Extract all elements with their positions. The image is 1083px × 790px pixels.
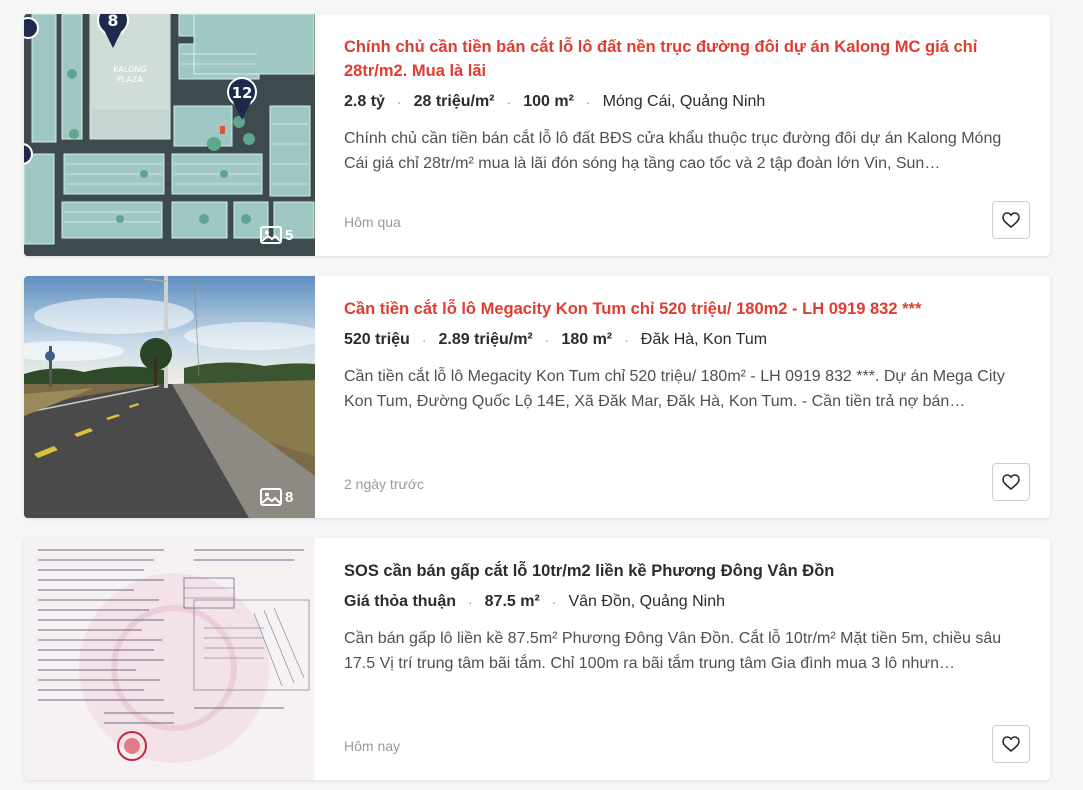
photo-count-value: 8 [285, 488, 294, 506]
listing-body: Cần tiền cắt lỗ lô Megacity Kon Tum chỉ … [344, 276, 1030, 518]
heart-icon [1002, 212, 1020, 228]
photo-count: 8 [260, 488, 293, 506]
listing-body: Chính chủ cần tiền bán cắt lỗ lô đất nền… [344, 14, 1030, 256]
listing-date: Hôm nay [344, 738, 401, 754]
listing-title[interactable]: SOS cần bán gấp cắt lỗ 10tr/m2 liền kề P… [344, 559, 1010, 583]
listing-location: Vân Đồn, Quảng Ninh [568, 593, 726, 610]
listing-title[interactable]: Chính chủ cần tiền bán cắt lỗ lô đất nền… [344, 35, 1010, 83]
listing-area: 180 m² [561, 331, 613, 348]
listing-description: Cần bán gấp lô liền kề 87.5m² Phương Đôn… [344, 630, 1002, 672]
meta-separator: · [421, 332, 427, 348]
image-icon [260, 226, 282, 244]
photo-count-value: 5 [285, 226, 294, 244]
meta-separator: · [396, 94, 402, 110]
listing-card[interactable]: SOS cần bán gấp cắt lỗ 10tr/m2 liền kề P… [24, 538, 1050, 780]
plaza-label-2: PLAZA [117, 75, 143, 84]
meta-separator: · [551, 594, 557, 610]
listing-price-per-m2: 2.89 triệu/m² [438, 331, 533, 348]
meta-separator: · [506, 94, 512, 110]
listing-thumbnail[interactable] [24, 538, 315, 780]
land-certificate-image [24, 538, 315, 780]
favorite-button[interactable] [992, 725, 1030, 763]
favorite-button[interactable] [992, 463, 1030, 501]
listing-card[interactable]: 8 Cần tiền cắt lỗ lô Megacity Kon Tum ch… [24, 276, 1050, 518]
listing-thumbnail[interactable]: KALONG PLAZA 8 12 5 [24, 14, 315, 256]
site-plan-map-image: KALONG PLAZA 8 12 [24, 14, 315, 256]
heart-icon [1002, 736, 1020, 752]
image-icon [260, 488, 282, 506]
listing-price: 2.8 tỷ [344, 93, 385, 110]
listing-meta: Giá thỏa thuận · 87.5 m² · Vân Đồn, Quản… [344, 593, 725, 611]
meta-separator: · [544, 332, 550, 348]
listing-description: Cần tiền cắt lỗ lô Megacity Kon Tum chỉ … [344, 368, 1005, 410]
listing-area: 87.5 m² [484, 593, 540, 610]
svg-text:8: 8 [107, 14, 118, 30]
listing-price: Giá thỏa thuận [344, 593, 456, 610]
listing-location: Móng Cái, Quảng Ninh [602, 93, 766, 110]
listing-body: SOS cần bán gấp cắt lỗ 10tr/m2 liền kề P… [344, 538, 1030, 780]
meta-separator: · [468, 594, 473, 610]
listing-price-per-m2: 28 triệu/m² [413, 93, 495, 110]
listing-meta: 520 triệu · 2.89 triệu/m² · 180 m² · Đăk… [344, 331, 767, 349]
listing-date: 2 ngày trước [344, 476, 425, 492]
meta-separator: · [585, 94, 591, 110]
heart-icon [1002, 474, 1020, 490]
listing-thumbnail[interactable]: 8 [24, 276, 315, 518]
listing-description: Chính chủ cần tiền bán cắt lỗ lô đất BĐS… [344, 130, 1002, 172]
plaza-label-1: KALONG [113, 65, 146, 74]
listing-area: 100 m² [523, 93, 574, 110]
listing-date: Hôm qua [344, 214, 401, 230]
svg-text:12: 12 [232, 84, 253, 102]
listing-location: Đăk Hà, Kon Tum [640, 331, 768, 348]
favorite-button[interactable] [992, 201, 1030, 239]
listing-price: 520 triệu [344, 331, 410, 348]
listing-title[interactable]: Cần tiền cắt lỗ lô Megacity Kon Tum chỉ … [344, 297, 1010, 321]
road-photo-image [24, 276, 315, 518]
meta-separator: · [624, 332, 629, 348]
photo-count: 5 [260, 226, 293, 244]
listing-meta: 2.8 tỷ · 28 triệu/m² · 100 m² · Móng Cái… [344, 93, 765, 111]
listing-card[interactable]: KALONG PLAZA 8 12 5 Chính chủ cần tiền b… [24, 14, 1050, 256]
